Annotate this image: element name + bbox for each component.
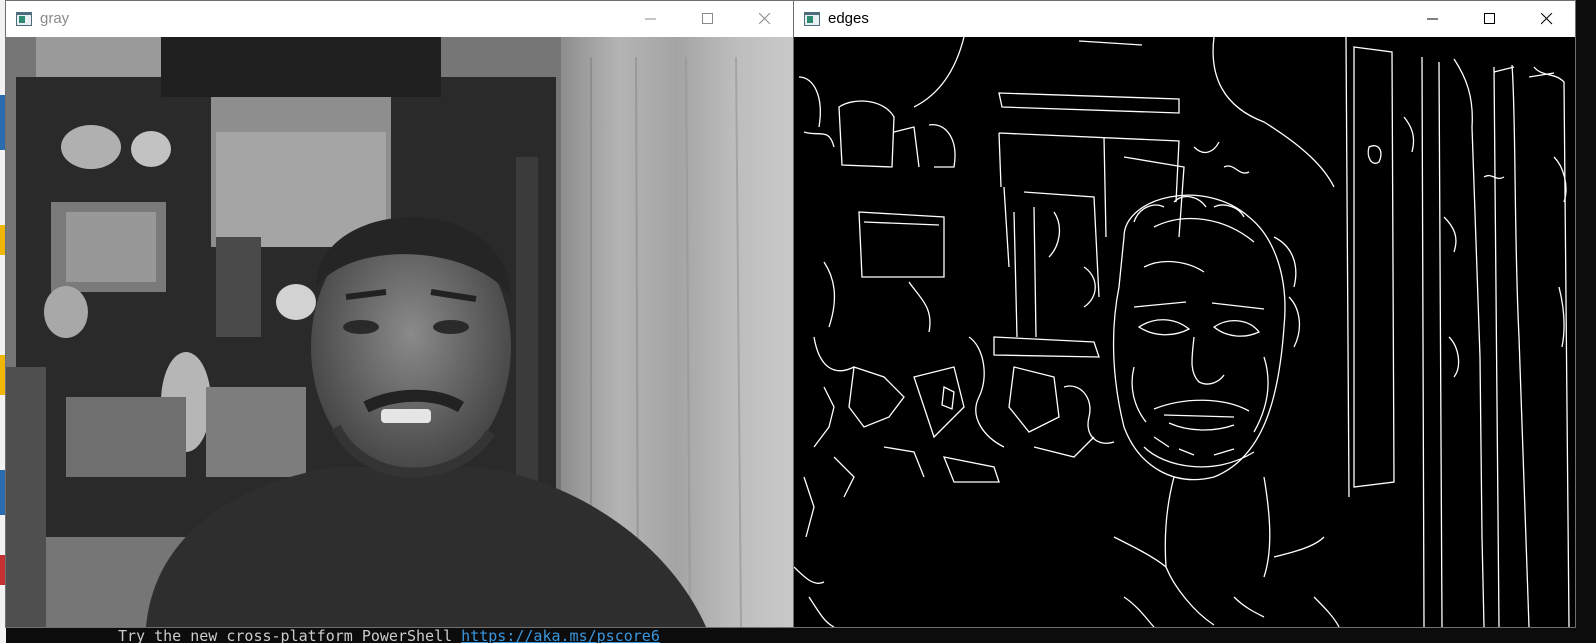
edges-window-titlebar[interactable]: edges xyxy=(794,1,1575,36)
minimize-button[interactable] xyxy=(1404,1,1461,36)
maximize-icon xyxy=(701,12,713,24)
gray-frame xyxy=(6,37,793,627)
console-link[interactable]: https://aka.ms/pscore6 xyxy=(461,629,660,643)
minimize-button[interactable] xyxy=(622,1,679,36)
console-hint-line: Try the new cross-platform PowerShell ht… xyxy=(118,629,660,643)
gray-window[interactable]: gray xyxy=(5,0,794,628)
close-icon xyxy=(758,12,770,24)
gray-window-titlebar[interactable]: gray xyxy=(6,1,793,36)
console-hint-text: Try the new cross-platform PowerShell xyxy=(118,629,462,643)
maximize-icon xyxy=(1483,12,1495,24)
minimize-icon xyxy=(644,18,656,19)
close-icon xyxy=(1540,12,1552,24)
window-title: edges xyxy=(828,10,869,27)
opencv-window-icon xyxy=(804,11,820,26)
canny-edge-image xyxy=(794,37,1570,627)
close-button[interactable] xyxy=(1518,1,1575,36)
window-controls xyxy=(622,1,793,36)
window-controls xyxy=(1404,1,1575,36)
opencv-window-icon xyxy=(16,11,32,26)
edges-frame xyxy=(794,37,1575,627)
close-button[interactable] xyxy=(736,1,793,36)
grayscale-camera-image xyxy=(6,37,793,627)
edges-window[interactable]: edges xyxy=(793,0,1576,628)
maximize-button[interactable] xyxy=(1461,1,1518,36)
minimize-icon xyxy=(1426,18,1438,19)
maximize-button[interactable] xyxy=(679,1,736,36)
window-title: gray xyxy=(40,10,70,27)
